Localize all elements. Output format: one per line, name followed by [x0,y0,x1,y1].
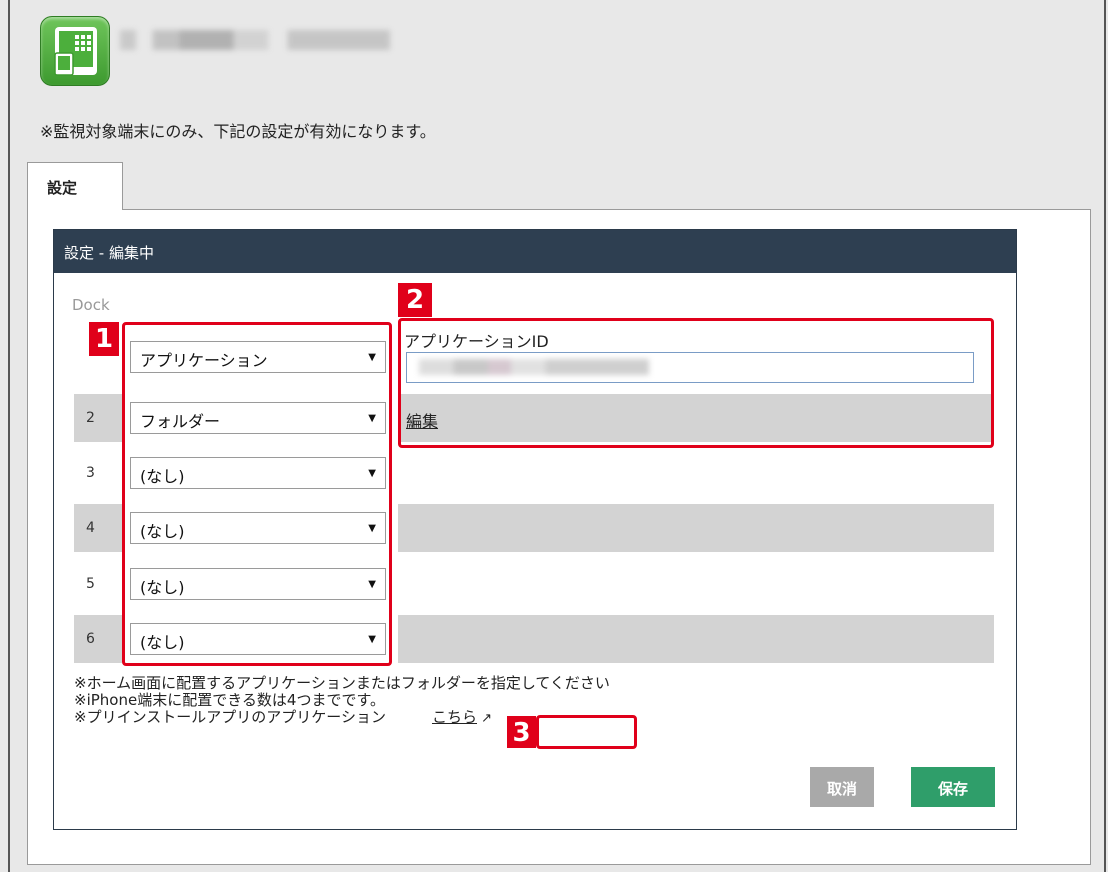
row-number: 2 [74,394,122,442]
panel-title: 設定 - 編集中 [54,230,1016,273]
row-number: 5 [86,576,95,592]
supervised-notice: ※監視対象端末にのみ、下記の設定が有効になります。 [40,122,436,141]
dock-label: Dock [72,296,110,314]
callout-box-2 [398,318,994,448]
window-border-right [1104,0,1106,872]
row-number: 4 [74,504,122,552]
callout-box-1 [122,322,392,666]
note-line: ※ホーム画面に配置するアプリケーションまたはフォルダーを指定してください [74,674,610,692]
preinstalled-app-link[interactable]: こちら [432,708,477,726]
callout-number-3: 3 [507,716,536,748]
callout-box-3 [536,715,637,749]
external-link-icon: ↗ [477,711,493,726]
callout-number-2: 2 [398,283,432,317]
cancel-button[interactable]: 取消 [810,767,874,807]
tab-settings[interactable]: 設定 [27,162,123,210]
app-name-redacted [120,30,390,50]
row-number: 6 [74,615,122,663]
save-button[interactable]: 保存 [911,767,995,807]
callout-number-1: 1 [89,322,119,356]
note-line: ※iPhone端末に配置できる数は4つまでです。 [74,691,385,709]
row-number: 3 [86,465,95,481]
tablet-app-icon [40,16,110,86]
window-border-left [8,0,10,872]
